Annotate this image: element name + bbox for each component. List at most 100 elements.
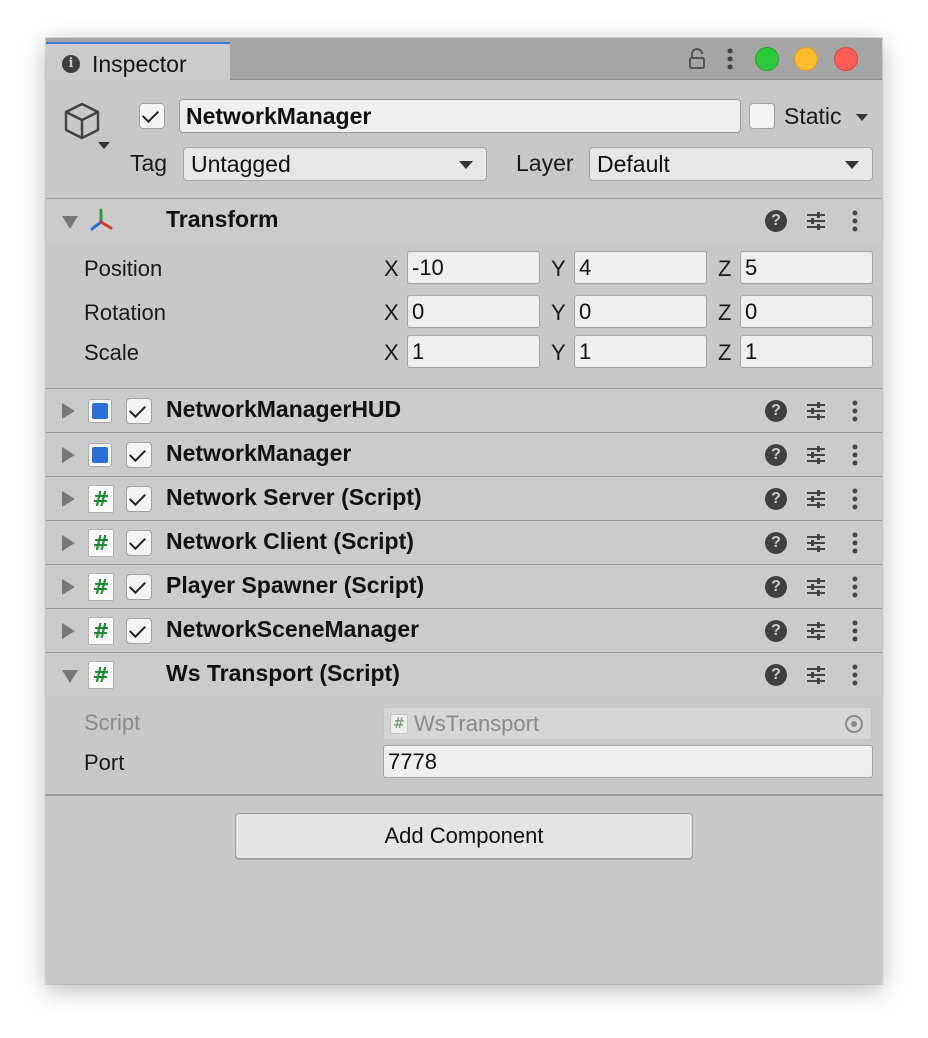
component-header[interactable]: # Network Client (Script) ? [46,520,882,564]
help-icon[interactable]: ? [765,444,787,466]
component-enabled-checkbox[interactable] [126,442,152,468]
position-z-field[interactable]: 5 [740,251,873,284]
minimize-button[interactable] [794,47,818,71]
close-button[interactable] [834,47,858,71]
script-hash-icon: # [88,661,114,689]
axis-y-label: Y [551,340,566,365]
tag-dropdown[interactable]: Untagged [183,147,487,181]
component-header-transform[interactable]: Transform ? [46,198,882,242]
component-enabled-checkbox[interactable] [126,618,152,644]
layer-label: Layer [516,150,574,176]
tab-inspector[interactable]: i Inspector [46,42,230,80]
tag-value: Untagged [191,151,291,177]
help-icon[interactable]: ? [765,400,787,422]
help-icon[interactable]: ? [765,210,787,232]
kebab-menu-icon[interactable] [851,574,859,600]
help-icon[interactable]: ? [765,488,787,510]
lock-icon[interactable] [688,48,706,70]
chevron-down-icon [845,161,859,169]
maximize-button[interactable] [755,47,779,71]
preset-sliders-icon[interactable] [805,444,827,466]
axis-y-label: Y [551,256,566,281]
axis-x-label: X [384,300,399,325]
scale-y-field[interactable]: 1 [574,335,707,368]
preset-sliders-icon[interactable] [805,576,827,598]
active-checkbox[interactable] [139,103,165,129]
foldout-expanded-icon[interactable] [62,670,78,683]
script-label: Script [84,710,141,735]
divider [46,794,882,796]
static-checkbox[interactable] [749,103,775,129]
layer-value: Default [597,151,670,177]
component-enabled-checkbox[interactable] [126,486,152,512]
kebab-menu-icon[interactable] [851,530,859,556]
checkmark-icon [129,489,146,506]
help-icon[interactable]: ? [765,532,787,554]
component-enabled-checkbox[interactable] [126,398,152,424]
position-y-field[interactable]: 4 [574,251,707,284]
component-header[interactable]: # NetworkSceneManager ? [46,608,882,652]
gameobject-name-field[interactable]: NetworkManager [179,99,741,133]
script-hash-icon: # [390,714,408,734]
help-icon[interactable]: ? [765,664,787,686]
component-title: Transform [166,206,279,232]
kebab-menu-icon[interactable] [851,662,859,688]
port-label: Port [84,750,125,775]
scale-x-field[interactable]: 1 [407,335,540,368]
rotation-y-field[interactable]: 0 [574,295,707,328]
component-enabled-checkbox[interactable] [126,574,152,600]
preset-sliders-icon[interactable] [805,400,827,422]
preset-sliders-icon[interactable] [805,620,827,642]
component-header[interactable]: # Ws Transport (Script) ? [46,652,882,696]
component-header[interactable]: NetworkManager ? [46,432,882,476]
kebab-menu-icon[interactable] [726,46,734,72]
kebab-menu-icon[interactable] [851,442,859,468]
rotation-z-field[interactable]: 0 [740,295,873,328]
kebab-menu-icon[interactable] [851,618,859,644]
transform-icon [90,208,113,231]
axis-x-label: X [384,256,399,281]
component-header[interactable]: # Player Spawner (Script) ? [46,564,882,608]
layer-dropdown[interactable]: Default [589,147,873,181]
icon-dropdown-arrow[interactable] [98,142,110,149]
help-icon[interactable]: ? [765,576,787,598]
component-title: NetworkSceneManager [166,616,420,642]
component-enabled-checkbox[interactable] [126,530,152,556]
position-x-field[interactable]: -10 [407,251,540,284]
foldout-collapsed-icon[interactable] [62,535,75,551]
component-title: NetworkManagerHUD [166,396,402,422]
scale-label: Scale [84,340,140,365]
preset-sliders-icon[interactable] [805,532,827,554]
script-value: WsTransport [414,711,540,736]
script-hash-icon: # [88,617,114,645]
network-component-icon [88,399,112,423]
add-component-button[interactable]: Add Component [235,813,693,859]
foldout-collapsed-icon[interactable] [62,403,75,419]
kebab-menu-icon[interactable] [851,208,859,234]
foldout-collapsed-icon[interactable] [62,491,75,507]
cube-icon[interactable] [60,98,104,148]
preset-sliders-icon[interactable] [805,210,827,232]
static-dropdown-arrow[interactable] [856,114,868,121]
script-hash-icon: # [88,573,114,601]
static-label[interactable]: Static [784,103,842,130]
scale-z-field[interactable]: 1 [740,335,873,368]
info-icon: i [62,55,80,73]
rotation-x-field[interactable]: 0 [407,295,540,328]
checkmark-icon [129,533,146,550]
foldout-expanded-icon[interactable] [62,216,78,229]
component-header[interactable]: # Network Server (Script) ? [46,476,882,520]
component-title: Ws Transport (Script) [166,660,400,686]
axis-z-label: Z [718,256,732,281]
kebab-menu-icon[interactable] [851,398,859,424]
tab-title: Inspector [92,51,187,77]
help-icon[interactable]: ? [765,620,787,642]
kebab-menu-icon[interactable] [851,486,859,512]
preset-sliders-icon[interactable] [805,664,827,686]
foldout-collapsed-icon[interactable] [62,623,75,639]
foldout-collapsed-icon[interactable] [62,579,75,595]
port-field[interactable]: 7778 [383,745,873,778]
preset-sliders-icon[interactable] [805,488,827,510]
foldout-collapsed-icon[interactable] [62,447,75,463]
component-header[interactable]: NetworkManagerHUD ? [46,388,882,432]
